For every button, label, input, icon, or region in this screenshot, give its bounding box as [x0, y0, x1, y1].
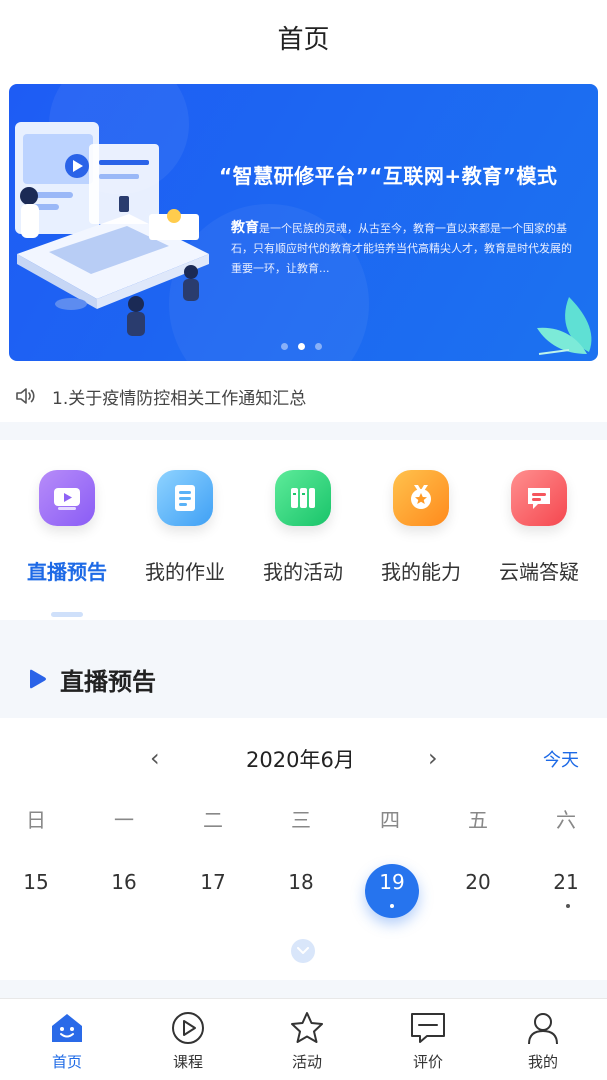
tab-home[interactable]: 首页: [27, 1011, 107, 1072]
quick-item-activity[interactable]: 我的活动: [243, 470, 363, 585]
activity-icon: [275, 470, 331, 526]
date-cell[interactable]: 15: [6, 870, 66, 894]
banner-description: 教育是一个民族的灵魂，从古至今，教育一直以来都是一个国家的基石，只有顺应时代的教…: [231, 218, 576, 279]
calendar-month: 2020年6月: [246, 748, 355, 772]
section-title: 直播预告: [60, 667, 156, 696]
quick-item-label: 我的能力: [381, 560, 461, 584]
chat-icon: [511, 470, 567, 526]
tab-label: 评价: [412, 1053, 443, 1071]
tab-mine[interactable]: 我的: [503, 1011, 583, 1072]
weekday-label: 六: [556, 808, 576, 832]
page-title: 首页: [277, 24, 330, 55]
today-button[interactable]: 今天: [543, 746, 579, 772]
quick-item-label: 直播预告: [27, 560, 107, 584]
section-header: 直播预告: [0, 640, 607, 718]
date-cell-selected[interactable]: 19: [362, 870, 422, 894]
tab-label: 活动: [291, 1053, 322, 1071]
quick-item-label: 我的作业: [145, 560, 225, 584]
next-month-button[interactable]: ›: [428, 744, 438, 772]
chevron-down-icon: [297, 947, 309, 954]
active-tab-indicator: [51, 612, 83, 617]
bottom-tab-bar: 首页 课程 活动 评价 我的: [0, 998, 607, 1080]
carousel-dot[interactable]: [315, 343, 322, 350]
education-illustration: [15, 122, 209, 336]
section-marker-icon: [30, 669, 46, 689]
date-cell[interactable]: 17: [183, 870, 243, 894]
banner-carousel[interactable]: “智慧研修平台”“互联网+教育”模式 教育是一个民族的灵魂，从古至今，教育一直以…: [9, 84, 598, 361]
quick-item-label: 我的活动: [263, 560, 343, 584]
carousel-indicator: [281, 343, 322, 350]
date-cell[interactable]: 20: [448, 870, 508, 894]
leaf-decoration: [537, 297, 592, 355]
tab-evaluation[interactable]: 评价: [388, 1011, 468, 1072]
carousel-dot-active[interactable]: [298, 343, 305, 350]
weekday-label: 五: [468, 808, 488, 832]
prev-month-button[interactable]: ‹: [150, 744, 160, 772]
medal-icon: [393, 470, 449, 526]
event-dot: [566, 904, 570, 908]
speaker-icon: [16, 388, 35, 404]
date-cell[interactable]: 16: [94, 870, 154, 894]
weekday-row: 日 一 二 三 四 五 六: [0, 804, 607, 844]
banner-headline: “智慧研修平台”“互联网+教育”模式: [219, 164, 558, 188]
weekday-label: 二: [203, 808, 223, 832]
star-icon: [291, 1012, 323, 1043]
quick-item-cloud-qa[interactable]: 云端答疑: [479, 470, 599, 585]
quick-item-live-preview[interactable]: 直播预告: [7, 470, 127, 585]
event-dot: [390, 904, 394, 908]
calendar-header: ‹ 2020年6月 › 今天: [0, 738, 607, 778]
user-icon: [528, 1013, 558, 1045]
weekday-label: 日: [26, 808, 46, 832]
expand-calendar-button[interactable]: [291, 939, 315, 963]
homework-icon: [157, 470, 213, 526]
notice-bar[interactable]: 1.关于疫情防控相关工作通知汇总: [0, 370, 607, 422]
tab-label: 我的: [527, 1053, 558, 1071]
banner-lead: 教育: [231, 220, 259, 236]
quick-item-ability[interactable]: 我的能力: [361, 470, 481, 585]
comment-icon: [411, 1013, 445, 1043]
date-cell[interactable]: 21: [536, 870, 596, 894]
weekday-label: 四: [380, 808, 400, 832]
carousel-dot[interactable]: [281, 343, 288, 350]
date-cell[interactable]: 18: [271, 870, 331, 894]
tab-course[interactable]: 课程: [148, 1011, 228, 1072]
banner-body: 是一个民族的灵魂，从古至今，教育一直以来都是一个国家的基石，只有顺应时代的教育才…: [231, 222, 572, 275]
weekday-label: 三: [291, 808, 311, 832]
tab-label: 首页: [51, 1053, 82, 1071]
date-row: 15 16 17 18 19 20 21: [0, 870, 607, 910]
quick-entry-grid: 直播预告 我的作业 我的活动 我的能力 云端答疑: [0, 440, 607, 620]
quick-item-homework[interactable]: 我的作业: [125, 470, 245, 585]
weekday-label: 一: [114, 808, 134, 832]
play-circle-icon: [172, 1012, 204, 1044]
banner-area: “智慧研修平台”“互联网+教育”模式 教育是一个民族的灵魂，从古至今，教育一直以…: [0, 74, 607, 370]
quick-item-label: 云端答疑: [499, 560, 579, 584]
live-video-icon: [39, 470, 95, 526]
tab-label: 课程: [172, 1053, 203, 1071]
calendar: ‹ 2020年6月 › 今天 日 一 二 三 四 五 六 15 16 17 18…: [0, 718, 607, 980]
notice-text: 1.关于疫情防控相关工作通知汇总: [52, 388, 307, 409]
tab-activity[interactable]: 活动: [267, 1011, 347, 1072]
top-bar: 首页: [0, 0, 607, 74]
home-icon: [52, 1014, 82, 1042]
